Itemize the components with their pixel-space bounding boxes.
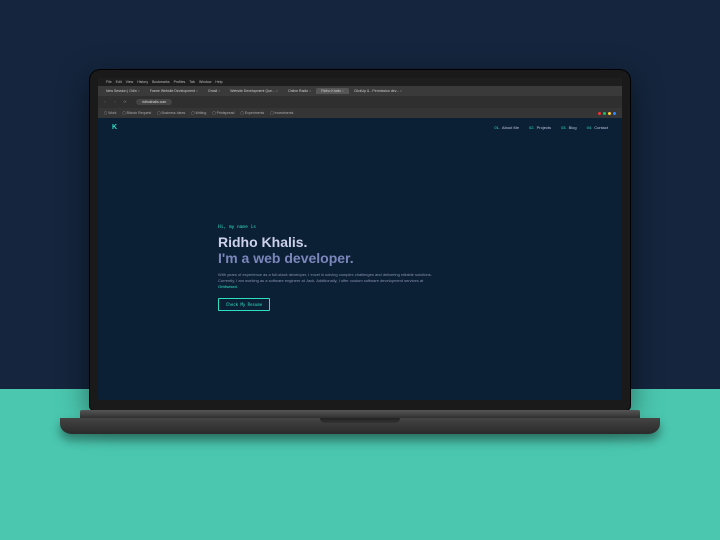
menubar-item[interactable]: History bbox=[137, 80, 148, 84]
resume-button[interactable]: Check My Resume bbox=[218, 298, 270, 311]
bookmarks-bar: ▢ Work ▢ Bitcoin Request ▢ Business Idea… bbox=[98, 108, 622, 118]
browser-tab-active[interactable]: Ridho Khalis× bbox=[316, 88, 349, 94]
laptop-hinge bbox=[80, 410, 640, 418]
close-icon[interactable]: × bbox=[196, 89, 198, 93]
hero-name: Ridho Khalis. bbox=[218, 234, 562, 250]
browser-tab[interactable]: ClickUp & - Permission dev...× bbox=[349, 88, 407, 94]
hero-greeting: Hi, my name is bbox=[218, 225, 562, 230]
hero-tagline: I'm a web developer. bbox=[218, 250, 562, 266]
hero-section: Hi, my name is Ridho Khalis. I'm a web d… bbox=[98, 136, 622, 400]
bookmark-folder[interactable]: ▢ Bitcoin Request bbox=[122, 111, 151, 115]
nav-link-blog[interactable]: 03.Blog bbox=[561, 125, 577, 130]
menubar-item[interactable]: Window bbox=[199, 80, 211, 84]
screen: File Edit View History Bookmarks Profile… bbox=[98, 78, 622, 400]
browser-address-bar: ‹ › ⟳ ridhokhalis.com bbox=[98, 96, 622, 108]
nav-link-about[interactable]: 01.About Me bbox=[494, 125, 519, 130]
menubar-item[interactable]: Help bbox=[215, 80, 222, 84]
bookmark-folder[interactable]: ▢ Writing bbox=[191, 111, 206, 115]
browser-tab-bar: New Session | Odin× Frame Website Develo… bbox=[98, 86, 622, 96]
bookmark-flags bbox=[598, 112, 616, 115]
close-icon[interactable]: × bbox=[342, 89, 344, 93]
bookmark-folder[interactable]: ▢ Printspread bbox=[212, 111, 234, 115]
laptop-base bbox=[60, 418, 660, 434]
menubar-item[interactable]: Profiles bbox=[174, 80, 186, 84]
close-icon[interactable]: × bbox=[309, 89, 311, 93]
bookmark-folder[interactable]: ▢ Business Ideas bbox=[157, 111, 185, 115]
browser-tab[interactable]: Gmail× bbox=[203, 88, 225, 94]
screen-bezel: File Edit View History Bookmarks Profile… bbox=[90, 70, 630, 410]
site-logo[interactable]: K bbox=[112, 124, 117, 131]
laptop-notch bbox=[320, 418, 400, 423]
page-viewport: K 01.About Me 02.Projects 03.Blog 04.Con… bbox=[98, 118, 622, 400]
close-icon[interactable]: × bbox=[400, 89, 402, 93]
nav-link-contact[interactable]: 04.Contact bbox=[587, 125, 608, 130]
menubar-item[interactable]: Bookmarks bbox=[152, 80, 170, 84]
browser-tab[interactable]: New Session | Odin× bbox=[101, 88, 145, 94]
site-nav-links: 01.About Me 02.Projects 03.Blog 04.Conta… bbox=[494, 125, 608, 130]
bookmark-folder[interactable]: ▢ Experiments bbox=[241, 111, 265, 115]
macos-menubar: File Edit View History Bookmarks Profile… bbox=[98, 78, 622, 86]
close-icon[interactable]: × bbox=[218, 89, 220, 93]
hero-description: With years of experience as a full-stack… bbox=[218, 272, 438, 290]
close-icon[interactable]: × bbox=[276, 89, 278, 93]
browser-tab[interactable]: Website Development Que...× bbox=[225, 88, 283, 94]
laptop-mockup: File Edit View History Bookmarks Profile… bbox=[80, 70, 640, 490]
url-field[interactable]: ridhokhalis.com bbox=[136, 99, 172, 105]
nav-link-projects[interactable]: 02.Projects bbox=[529, 125, 551, 130]
menubar-item[interactable]: Tab bbox=[189, 80, 195, 84]
browser-tab[interactable]: Frame Website Development× bbox=[145, 88, 203, 94]
bookmark-folder[interactable]: ▢ Work bbox=[104, 111, 116, 115]
highlight-link[interactable]: Orbitwised bbox=[218, 284, 237, 289]
close-icon[interactable]: × bbox=[138, 89, 140, 93]
site-navbar: K 01.About Me 02.Projects 03.Blog 04.Con… bbox=[98, 118, 622, 136]
forward-button[interactable]: › bbox=[112, 100, 118, 104]
menubar-item[interactable]: Edit bbox=[116, 80, 122, 84]
bookmark-folder[interactable]: ▢ Investments bbox=[270, 111, 293, 115]
browser-tab[interactable]: Online Radio× bbox=[283, 88, 316, 94]
menubar-item[interactable]: File bbox=[106, 80, 112, 84]
reload-button[interactable]: ⟳ bbox=[122, 100, 128, 104]
menubar-item[interactable]: View bbox=[126, 80, 134, 84]
back-button[interactable]: ‹ bbox=[102, 100, 108, 104]
